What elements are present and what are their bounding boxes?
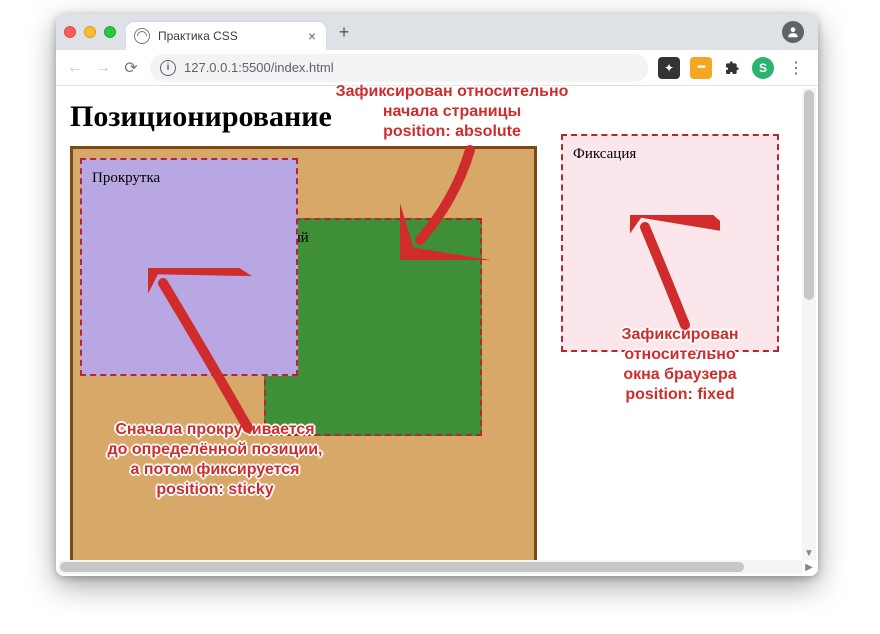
browser-window: Практика CSS × + ← → ⟳ i 127.0.0.1:5500/… <box>56 14 818 576</box>
horizontal-scroll-thumb[interactable] <box>60 562 744 572</box>
scroll-right-icon[interactable]: ▶ <box>802 560 816 574</box>
browser-menu-button[interactable]: ⋮ <box>784 58 808 78</box>
page-viewport: Позиционирование тный Прокрутка Фиксация… <box>56 86 818 576</box>
window-minimize-button[interactable] <box>84 26 96 38</box>
new-tab-button[interactable]: + <box>330 22 358 43</box>
address-bar[interactable]: i 127.0.0.1:5500/index.html <box>150 54 648 82</box>
tab-strip: Практика CSS × + <box>56 14 818 50</box>
tab-close-button[interactable]: × <box>308 29 316 43</box>
vertical-scrollbar[interactable]: ▼ <box>802 88 816 560</box>
address-text: 127.0.0.1:5500/index.html <box>184 60 334 75</box>
browser-tab[interactable]: Практика CSS × <box>126 22 326 50</box>
globe-icon <box>134 28 150 44</box>
browser-toolbar: ← → ⟳ i 127.0.0.1:5500/index.html ✦ S ⋮ <box>56 50 818 86</box>
vertical-scroll-thumb[interactable] <box>804 90 814 300</box>
fixed-box-label: Фиксация <box>573 146 636 162</box>
window-controls <box>64 26 116 38</box>
scroll-down-icon[interactable]: ▼ <box>802 546 816 560</box>
extensions-button[interactable] <box>722 57 742 79</box>
site-info-icon[interactable]: i <box>160 60 176 76</box>
extension-icon-1[interactable]: ✦ <box>658 57 680 79</box>
back-button[interactable]: ← <box>66 59 84 77</box>
window-zoom-button[interactable] <box>104 26 116 38</box>
fixed-box: Фиксация <box>561 134 779 352</box>
profile-badge[interactable]: S <box>752 57 774 79</box>
sticky-box-label: Прокрутка <box>92 170 160 186</box>
horizontal-scrollbar[interactable]: ▶ <box>58 560 802 574</box>
sticky-box: Прокрутка <box>80 158 298 376</box>
tab-title: Практика CSS <box>158 29 300 43</box>
profile-avatar-icon[interactable] <box>782 21 804 43</box>
extension-icon-2[interactable] <box>690 57 712 79</box>
window-close-button[interactable] <box>64 26 76 38</box>
forward-button[interactable]: → <box>94 59 112 77</box>
reload-button[interactable]: ⟳ <box>122 59 140 77</box>
page-heading: Позиционирование <box>70 100 818 134</box>
